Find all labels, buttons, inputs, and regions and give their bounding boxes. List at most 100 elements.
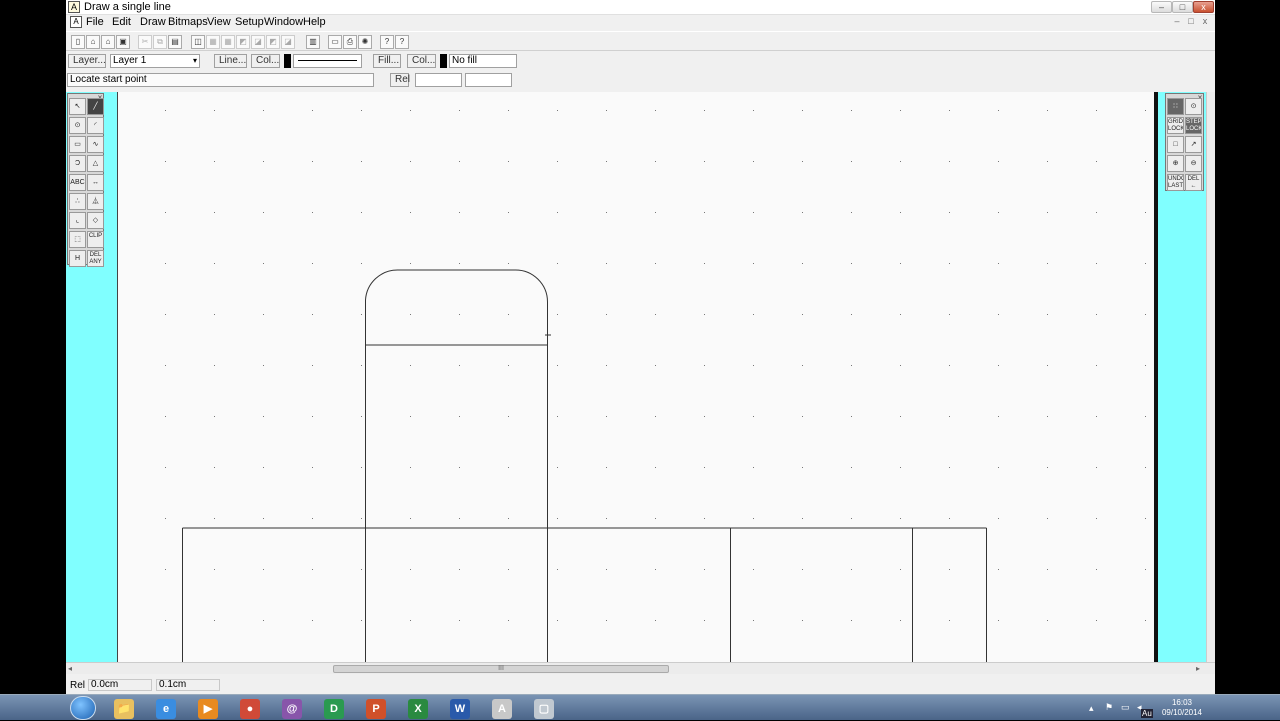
menu-file[interactable]: File xyxy=(86,16,104,28)
mdi-close-button[interactable]: x xyxy=(1198,16,1212,28)
pointer-tool[interactable]: ↖ xyxy=(69,98,86,115)
scroll-left-icon[interactable]: ◂ xyxy=(68,664,72,673)
maximize-button[interactable]: □ xyxy=(1172,1,1193,13)
layer-select[interactable]: Layer 1 ▾ xyxy=(110,54,200,68)
line-colour-button[interactable]: Col... xyxy=(251,54,280,68)
open-folder-icon[interactable]: ⌂ xyxy=(101,35,115,49)
close-button[interactable]: x xyxy=(1193,1,1214,13)
fill-button[interactable]: Fill... xyxy=(373,54,401,68)
rel-button[interactable]: Rel xyxy=(390,73,410,87)
new-file-icon[interactable]: ▯ xyxy=(71,35,85,49)
coord-x-input[interactable] xyxy=(415,73,462,87)
line-style-preview[interactable] xyxy=(293,54,362,68)
open-file-icon[interactable]: ⌂ xyxy=(86,35,100,49)
fillet-tool[interactable]: ⌞ xyxy=(69,212,86,229)
start-button[interactable] xyxy=(70,696,96,720)
curve-tool[interactable]: ∿ xyxy=(87,136,104,153)
print-icon[interactable]: ⎙ xyxy=(343,35,357,49)
app-swirl-icon[interactable]: @ xyxy=(273,697,311,719)
line-style-button[interactable]: Line... xyxy=(214,54,247,68)
cut-icon[interactable]: ✂ xyxy=(138,35,152,49)
menu-setup[interactable]: Setup xyxy=(235,16,264,28)
word-icon[interactable]: W xyxy=(441,697,479,719)
group-icon[interactable]: ▦ xyxy=(206,35,220,49)
media-player-icon[interactable]: ▶ xyxy=(189,697,227,719)
snap-tool[interactable]: ⊙ xyxy=(1185,98,1202,115)
polygon-tool[interactable]: △ xyxy=(87,155,104,172)
window-zoom-tool[interactable]: □ xyxy=(1167,136,1184,153)
rectangle-tool[interactable]: ▭ xyxy=(69,136,86,153)
scroll-thumb[interactable]: III xyxy=(333,665,669,673)
tray-language[interactable]: Au xyxy=(1141,709,1153,718)
fill-style-field[interactable]: No fill xyxy=(449,54,517,68)
delete-last-tool[interactable]: DEL ← xyxy=(1185,174,1202,191)
clock[interactable]: 16:03 09/10/2014 xyxy=(1158,698,1206,718)
minimize-button[interactable]: – xyxy=(1151,1,1172,13)
app-green-icon[interactable]: D xyxy=(315,697,353,719)
grid-lock-tool[interactable]: GRID LOCK xyxy=(1167,117,1184,134)
delete-any-tool[interactable]: DEL ANY xyxy=(87,250,104,267)
tray-network-icon[interactable]: ▭ xyxy=(1121,702,1130,713)
circle-tool[interactable]: ⊙ xyxy=(69,117,86,134)
coord-y-input[interactable] xyxy=(465,73,512,87)
grid-tool[interactable]: ∷ xyxy=(1167,98,1184,115)
copy-icon[interactable]: ⧉ xyxy=(153,35,167,49)
front-icon[interactable]: ◩ xyxy=(266,35,280,49)
drawing-canvas[interactable] xyxy=(117,92,1154,662)
spiral-tool[interactable]: Ɔ xyxy=(69,155,86,172)
send-back-icon[interactable]: ◪ xyxy=(251,35,265,49)
select-box-tool[interactable]: ⬚ xyxy=(69,231,86,248)
horizontal-scrollbar[interactable]: ◂ III ▸ xyxy=(66,662,1215,674)
menu-bitmaps[interactable]: Bitmaps xyxy=(168,16,208,28)
excel-icon[interactable]: X xyxy=(399,697,437,719)
menu-view[interactable]: View xyxy=(207,16,231,28)
text-tool[interactable]: ABC xyxy=(69,174,86,191)
fill-colour-button[interactable]: Col... xyxy=(407,54,436,68)
context-help-icon[interactable]: ? xyxy=(380,35,394,49)
points-tool[interactable]: ∴ xyxy=(69,193,86,210)
app-icon[interactable]: A xyxy=(68,1,80,13)
window-app-icon[interactable]: ▢ xyxy=(525,697,563,719)
tray-flag-icon[interactable]: ⚑ xyxy=(1105,702,1113,713)
step-lock-tool[interactable]: STEP LOCK xyxy=(1185,117,1202,134)
ungroup-icon[interactable]: ▦ xyxy=(221,35,235,49)
preview-icon[interactable]: ▭ xyxy=(328,35,342,49)
menu-window[interactable]: Window xyxy=(264,16,303,28)
arc-tool[interactable]: ◜ xyxy=(87,117,104,134)
menu-help[interactable]: Help xyxy=(303,16,326,28)
tray-arrow-icon[interactable]: ▴ xyxy=(1089,703,1094,714)
layer-button[interactable]: Layer... xyxy=(68,54,106,68)
zoom-in-tool[interactable]: ⊕ xyxy=(1167,155,1184,172)
erase-tool[interactable]: ◇ xyxy=(87,212,104,229)
vertical-scrollbar[interactable] xyxy=(1206,92,1215,662)
layers-icon[interactable]: ▥ xyxy=(306,35,320,49)
undo-last-tool[interactable]: UNDO LAST xyxy=(1167,174,1184,191)
zoom-out-tool[interactable]: ⊖ xyxy=(1185,155,1202,172)
menu-edit[interactable]: Edit xyxy=(112,16,131,28)
hatch-tool[interactable]: H xyxy=(69,250,86,267)
mdi-restore-button[interactable]: □ xyxy=(1184,16,1198,28)
document-icon[interactable]: A xyxy=(70,16,82,28)
line-colour-swatch[interactable] xyxy=(284,54,291,68)
ie-icon[interactable]: e xyxy=(147,697,185,719)
dimension-tool[interactable]: ↔ xyxy=(87,174,104,191)
draw-app-icon[interactable]: A xyxy=(483,697,521,719)
help-icon[interactable]: ? xyxy=(395,35,409,49)
fill-colour-swatch[interactable] xyxy=(440,54,447,68)
back-icon[interactable]: ◪ xyxy=(281,35,295,49)
settings-icon[interactable]: ✺ xyxy=(358,35,372,49)
powerpoint-icon[interactable]: P xyxy=(357,697,395,719)
mdi-minimize-button[interactable]: – xyxy=(1170,16,1184,28)
scroll-right-icon[interactable]: ▸ xyxy=(1196,664,1200,673)
chrome-icon[interactable]: ● xyxy=(231,697,269,719)
save-icon[interactable]: ▣ xyxy=(116,35,130,49)
select-all-icon[interactable]: ◫ xyxy=(191,35,205,49)
pan-tool[interactable]: ↗ xyxy=(1185,136,1202,153)
clip-tool[interactable]: CLIP xyxy=(87,231,104,248)
symbol-tool[interactable]: ⏅ xyxy=(87,193,104,210)
line-tool[interactable]: ╱ xyxy=(87,98,104,115)
paste-icon[interactable]: ▤ xyxy=(168,35,182,49)
menu-draw[interactable]: Draw xyxy=(140,16,166,28)
bring-forward-icon[interactable]: ◩ xyxy=(236,35,250,49)
explorer-icon[interactable]: 📁 xyxy=(105,697,143,719)
